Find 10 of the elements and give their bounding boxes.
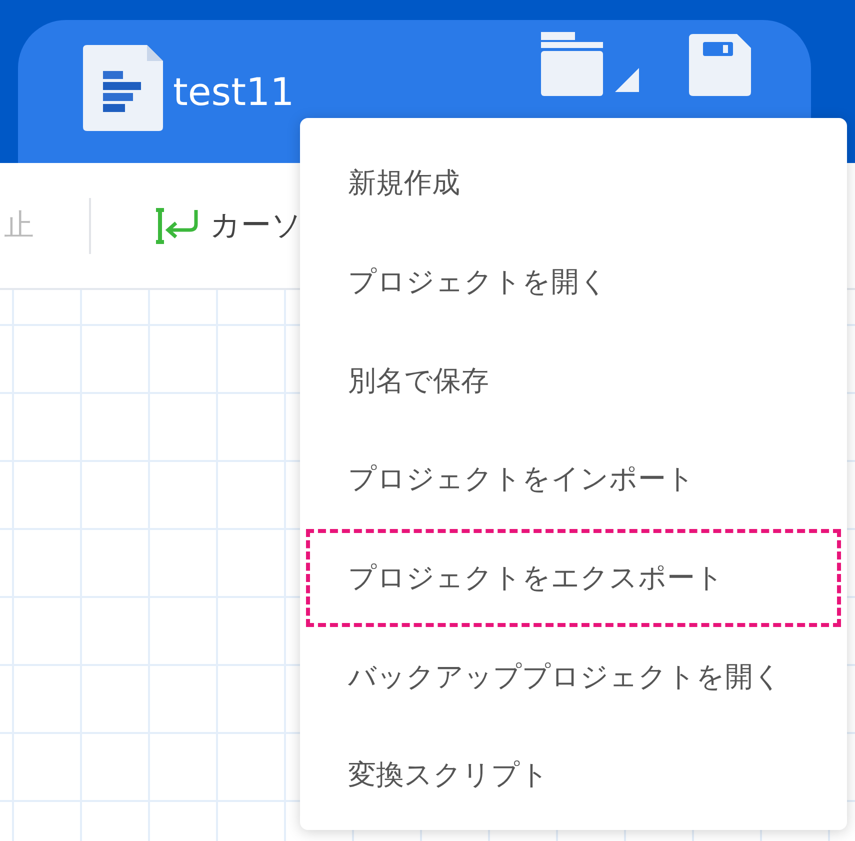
menu-item[interactable]: 変換スクリプト — [306, 726, 841, 825]
menu-item[interactable]: プロジェクトを開く — [306, 232, 841, 332]
menu-item[interactable]: バックアッププロジェクトを開く — [306, 627, 841, 726]
document-icon — [83, 45, 163, 131]
menu-item[interactable]: プロジェクトをエクスポート — [306, 528, 841, 628]
document-title: test11 — [173, 70, 294, 114]
cursor-return-icon — [156, 208, 200, 244]
menu-item[interactable]: プロジェクトをインポート — [306, 430, 841, 529]
menu-item[interactable]: 別名で保存 — [306, 331, 841, 430]
menu-item[interactable]: 新規作成 — [306, 134, 841, 233]
